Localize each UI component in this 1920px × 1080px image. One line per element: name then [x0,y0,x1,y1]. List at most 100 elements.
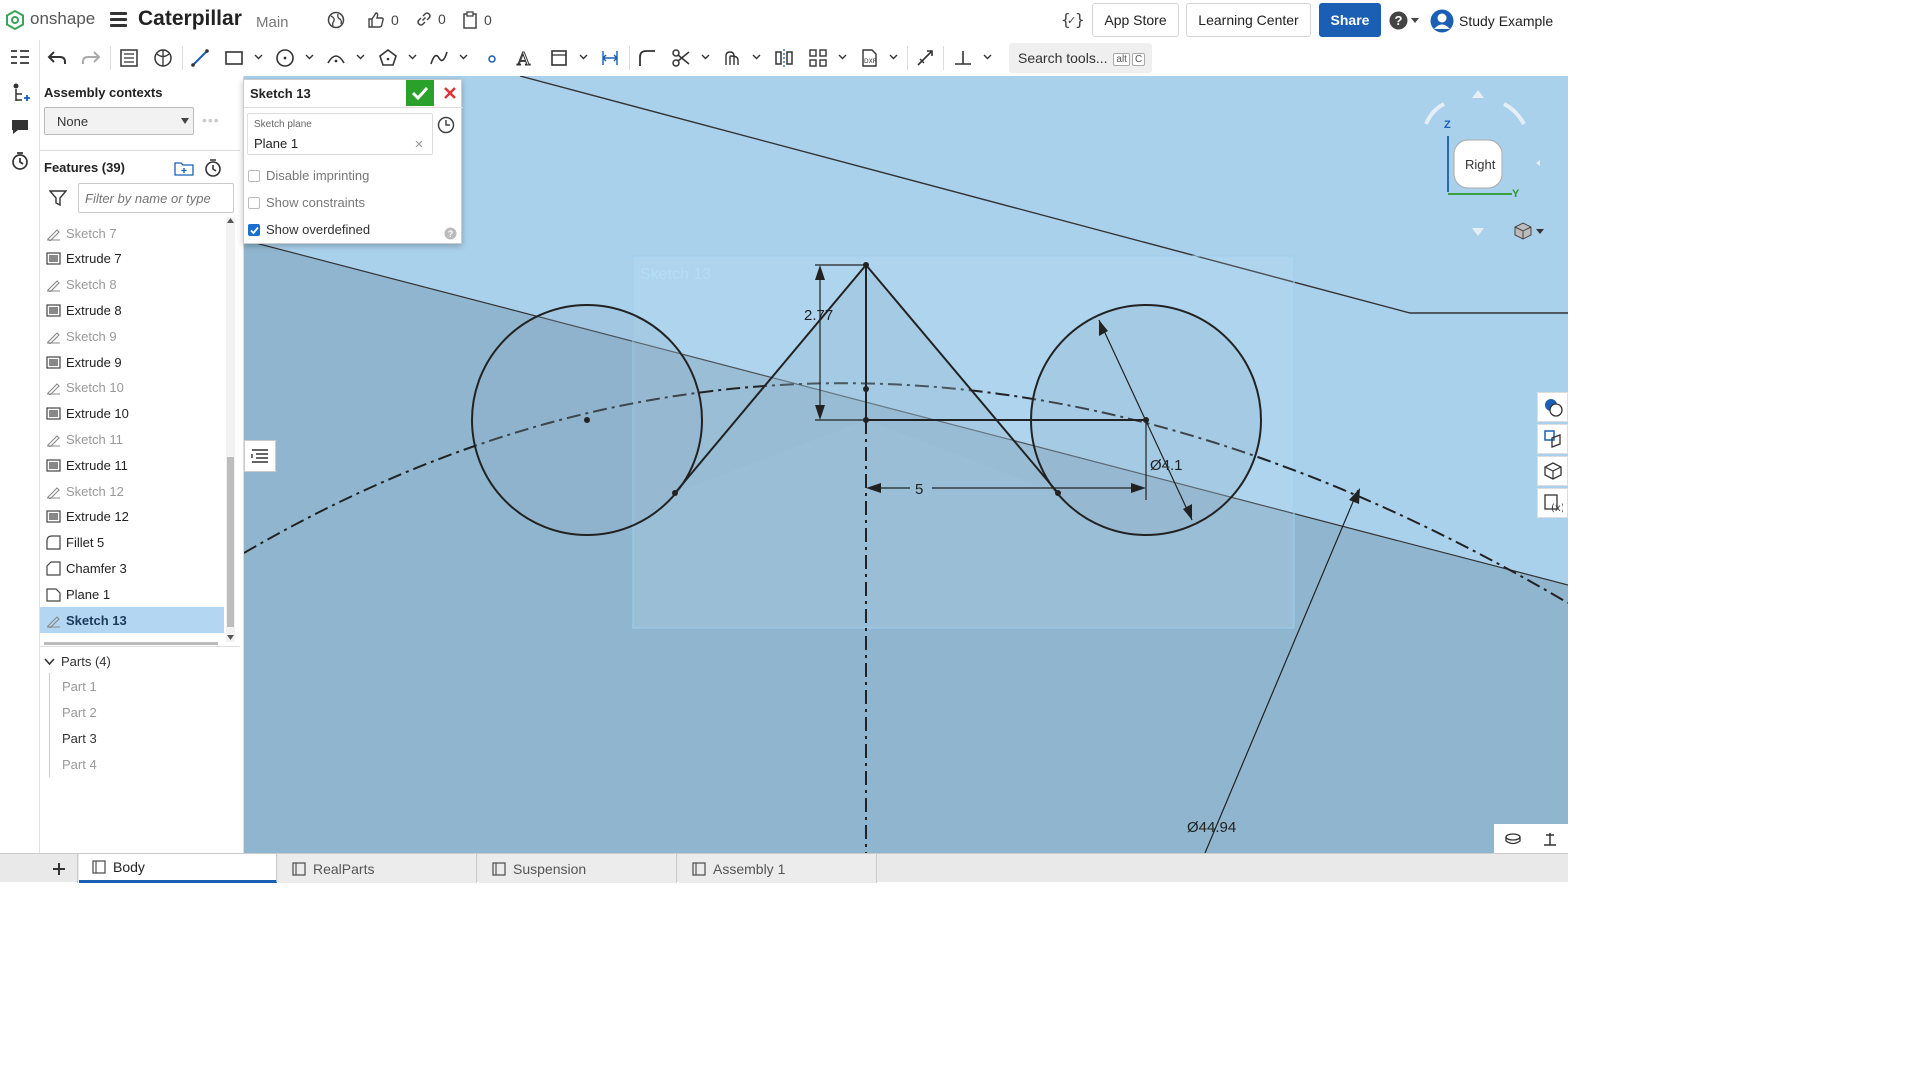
view-normal-icon[interactable] [437,116,455,134]
part-item-4[interactable]: Part 4 [62,757,97,772]
show-constraints-checkbox[interactable] [248,196,260,209]
feature-item-extrude-8[interactable]: Extrude 8 [40,297,224,323]
document-title[interactable]: Caterpillar [138,7,242,31]
fillet-sketch-icon[interactable] [636,47,658,69]
offset-tool-icon[interactable] [721,47,743,69]
stopwatch-icon[interactable] [204,159,222,177]
chevron-down-icon[interactable] [356,52,365,61]
cancel-sketch-button[interactable] [437,80,463,106]
feature-item-extrude-7[interactable]: Extrude 7 [40,246,224,272]
constraint-perpendicular-icon[interactable] [952,47,974,69]
feature-item-sketch-7[interactable]: Sketch 7 [40,220,224,246]
feature-item-sketch-13[interactable]: Sketch 13 [40,607,224,633]
sketch-entity-list-button[interactable] [244,440,276,472]
comments-icon[interactable] [10,118,30,136]
feature-item-chamfer-3[interactable]: Chamfer 3 [40,555,224,581]
measure-icon[interactable] [1542,831,1558,847]
parts-header[interactable]: Parts (4) [44,654,111,669]
mass-properties-icon[interactable] [1504,832,1522,846]
assembly-context-select[interactable]: None [44,107,194,135]
feature-item-sketch-10[interactable]: Sketch 10 [40,375,224,401]
mirror-tool-icon[interactable] [773,47,795,69]
search-tools-input[interactable]: Search tools... alt C [1009,43,1152,73]
sketch-plane-field[interactable]: Sketch plane Plane 1 [247,113,433,155]
new-folder-icon[interactable] [174,160,194,176]
share-button[interactable]: Share [1319,3,1381,37]
main-menu-icon[interactable] [110,12,127,28]
context-more-icon[interactable]: ••• [202,112,220,128]
learning-center-button[interactable]: Learning Center [1186,3,1311,37]
tab-assembly-1[interactable]: Assembly 1 [679,854,877,883]
point-tool-icon[interactable] [481,47,503,69]
chevron-down-icon[interactable] [752,52,761,61]
insert-feature-icon[interactable] [10,82,30,104]
construction-icon[interactable] [914,47,936,69]
user-menu[interactable]: Study Example [1430,9,1553,33]
chevron-down-icon[interactable] [459,52,468,61]
show-constraints-option[interactable]: Show constraints [248,195,365,210]
spline-tool-icon[interactable] [428,47,450,69]
view-options-menu[interactable] [1514,222,1544,240]
feature-item-extrude-12[interactable]: Extrude 12 [40,504,224,530]
chevron-down-icon[interactable] [408,52,417,61]
chevron-down-icon[interactable] [983,52,992,61]
globe-icon[interactable] [327,11,345,29]
section-view-icon[interactable] [152,47,174,69]
large-diameter-dimension[interactable]: Ø44.94 [1187,819,1236,836]
tab-body[interactable]: Body [79,854,277,883]
small-diameter-dimension[interactable]: Ø4.1 [1150,457,1183,474]
part-item-2[interactable]: Part 2 [62,705,97,720]
filter-icon[interactable] [49,190,67,206]
parts-panel-button[interactable] [1537,456,1568,486]
line-tool-icon[interactable] [189,47,211,69]
polygon-tool-icon[interactable] [377,47,399,69]
feature-item-extrude-10[interactable]: Extrude 10 [40,401,224,427]
feature-item-fillet-5[interactable]: Fillet 5 [40,530,224,556]
show-overdefined-checkbox[interactable] [248,223,260,236]
copies-counter[interactable]: 0 [462,11,492,29]
feature-item-sketch-11[interactable]: Sketch 11 [40,426,224,452]
feature-item-sketch-9[interactable]: Sketch 9 [40,323,224,349]
feature-tree-icon[interactable] [9,48,31,68]
text-tool-icon[interactable]: A [514,47,536,70]
likes-counter[interactable]: 0 [367,11,399,29]
feature-item-plane-1[interactable]: Plane 1 [40,581,224,607]
feature-item-sketch-12[interactable]: Sketch 12 [40,478,224,504]
configurations-panel-button[interactable] [1537,424,1568,454]
view-cube-face-label[interactable]: Right [1465,157,1495,172]
scroll-down-icon[interactable] [227,635,234,640]
dimension-tool-icon[interactable] [599,47,621,69]
variables-panel-button[interactable]: (x) [1537,488,1568,518]
tab-realparts[interactable]: RealParts [279,854,477,883]
chevron-down-icon[interactable] [305,52,314,61]
rectangle-tool-icon[interactable] [223,47,245,69]
horizontal-scrollbar[interactable] [44,642,218,645]
disable-imprinting-checkbox[interactable] [248,169,260,182]
trim-tool-icon[interactable] [670,47,692,69]
app-store-button[interactable]: App Store [1092,3,1179,37]
variables-icon[interactable]: { ✓ } [1061,10,1083,30]
feature-item-extrude-11[interactable]: Extrude 11 [40,452,224,478]
part-item-3[interactable]: Part 3 [62,731,97,746]
pattern-tool-icon[interactable] [807,47,829,69]
chevron-down-icon[interactable] [889,52,898,61]
height-dimension[interactable]: 2.77 [804,307,833,324]
image-tool-icon[interactable] [548,47,570,69]
scroll-up-icon[interactable] [227,218,234,223]
confirm-sketch-button[interactable] [406,80,434,106]
feature-list-icon[interactable] [118,47,140,69]
dxf-import-icon[interactable]: DXF [858,47,880,69]
chevron-down-icon[interactable] [701,52,710,61]
appearance-panel-button[interactable] [1537,392,1568,422]
arc-tool-icon[interactable] [325,47,347,69]
disable-imprinting-option[interactable]: Disable imprinting [248,168,369,183]
width-dimension[interactable]: 5 [915,481,923,498]
clear-selection-icon[interactable] [415,140,423,148]
part-item-1[interactable]: Part 1 [62,679,97,694]
chevron-down-icon[interactable] [254,52,263,61]
links-counter[interactable]: 0 [416,11,446,27]
circle-tool-icon[interactable] [274,47,296,69]
branch-name[interactable]: Main [256,14,289,31]
history-icon[interactable] [10,151,30,171]
scrollbar-thumb[interactable] [227,457,234,627]
